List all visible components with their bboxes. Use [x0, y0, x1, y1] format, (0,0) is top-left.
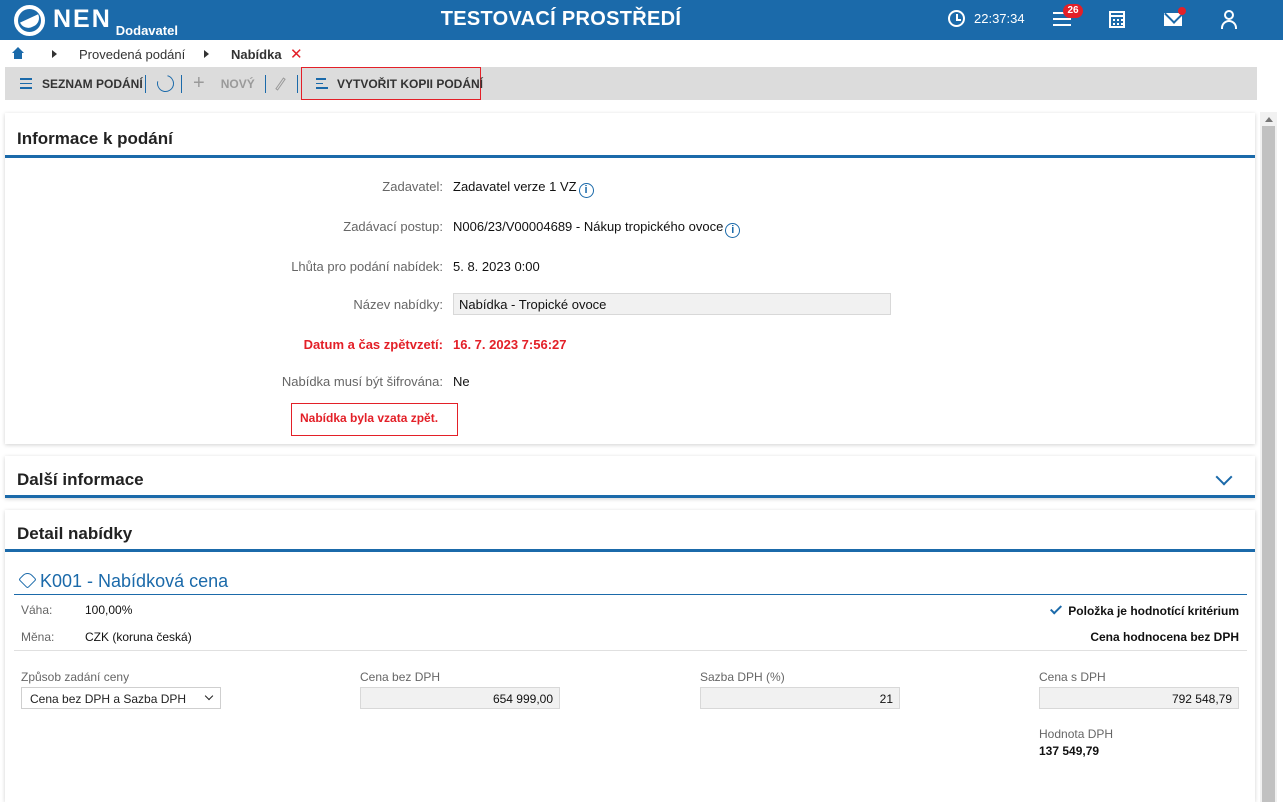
- criterion-title: K001 - Nabídková cena: [18, 570, 229, 592]
- home-icon[interactable]: [11, 47, 25, 60]
- toolbar-separator: [145, 75, 146, 93]
- breadcrumb: Provedená podání Nabídka ✕: [0, 40, 1283, 67]
- vat-rate-label: Sazba DPH (%): [700, 670, 785, 684]
- user-icon[interactable]: [1221, 10, 1237, 29]
- submission-info-panel: Informace k podání: [5, 113, 1255, 444]
- price-mode-value: Cena bez DPH a Sazba DPH: [30, 692, 187, 706]
- weight-value: 100,00%: [85, 603, 133, 617]
- mail-unread-dot: [1178, 7, 1186, 15]
- panel-title: Detail nabídky: [17, 524, 133, 543]
- criterion-title-text: K001 - Nabídková cena: [40, 571, 229, 591]
- scroll-up-arrow-icon[interactable]: [1265, 117, 1273, 122]
- panel-title: Informace k podání: [17, 129, 173, 148]
- criterion-divider: [14, 594, 1247, 595]
- top-bar: NEN Dodavatel TESTOVACÍ PROSTŘEDÍ 22:37:…: [0, 0, 1283, 40]
- list-submissions-button[interactable]: SEZNAM PODÁNÍ: [20, 67, 143, 100]
- deadline-label: Lhůta pro podání nabídek:: [291, 259, 443, 274]
- panel-title: Další informace: [17, 470, 144, 489]
- offer-detail-panel: Detail nabídky: [5, 510, 1255, 802]
- edit-button[interactable]: [275, 67, 286, 100]
- price-mode-label: Způsob zadání ceny: [21, 670, 130, 684]
- encryption-value: Ne: [453, 374, 470, 389]
- breadcrumb-item-offer: Nabídka: [231, 47, 282, 62]
- price-no-vat-field[interactable]: 654 999,00: [360, 687, 560, 709]
- offer-name-field[interactable]: Nabídka - Tropické ovoce: [453, 293, 891, 315]
- breadcrumb-item-submissions[interactable]: Provedená podání: [79, 47, 185, 62]
- weight-label: Váha:: [21, 603, 53, 617]
- breadcrumb-arrow-icon: [204, 50, 209, 58]
- toolbar-separator: [265, 75, 266, 93]
- currency-label: Měna:: [21, 630, 55, 644]
- refresh-icon: [153, 71, 178, 96]
- calculator-icon[interactable]: [1109, 11, 1125, 28]
- info-icon[interactable]: i: [578, 183, 594, 198]
- deadline-value: 5. 8. 2023 0:00: [453, 259, 540, 274]
- close-tab-icon[interactable]: ✕: [290, 45, 303, 63]
- page-scrollbar[interactable]: [1260, 112, 1277, 802]
- currency-value: CZK (koruna česká): [85, 630, 192, 644]
- withdrawal-date-value: 16. 7. 2023 7:56:27: [453, 337, 567, 352]
- vat-amount-label: Hodnota DPH: [1039, 727, 1114, 741]
- tag-icon: [18, 570, 37, 589]
- price-with-vat-field: 792 548,79: [1039, 687, 1239, 709]
- create-copy-label: VYTVOŘIT KOPII PODÁNÍ: [337, 76, 484, 91]
- scroll-thumb[interactable]: [1262, 126, 1275, 802]
- price-with-vat-label: Cena s DPH: [1039, 670, 1106, 684]
- contracting-authority-text: Zadavatel verze 1 VZ: [453, 179, 577, 194]
- toolbar-separator: [297, 75, 298, 93]
- evaluation-criterion-flag: Položka je hodnotící kritérium: [1050, 602, 1239, 618]
- mail-icon[interactable]: [1164, 13, 1182, 26]
- vat-amount-value: 137 549,79: [1039, 744, 1100, 758]
- plus-icon: +: [193, 72, 205, 94]
- new-label: NOVÝ: [220, 76, 255, 91]
- toolbar-separator: [181, 75, 182, 93]
- chevron-down-icon: [204, 691, 214, 701]
- contracting-authority-label: Zadavatel:: [382, 179, 443, 194]
- toolbar: SEZNAM PODÁNÍ + NOVÝ VYTVOŘIT KOPII PODÁ…: [5, 67, 1257, 100]
- withdrawn-warning: Nabídka byla vzata zpět.: [291, 403, 458, 436]
- vat-rate-field[interactable]: 21: [700, 687, 900, 709]
- create-copy-button[interactable]: VYTVOŘIT KOPII PODÁNÍ: [316, 67, 483, 100]
- more-info-header[interactable]: Další informace: [5, 456, 1255, 498]
- session-clock: 22:37:34: [948, 10, 1025, 27]
- clock-time: 22:37:34: [974, 11, 1025, 26]
- offer-name-label: Název nabídky:: [353, 297, 443, 312]
- clock-icon: [948, 10, 965, 27]
- new-button[interactable]: + NOVÝ: [193, 67, 255, 100]
- procedure-value: N006/23/V00004689 - Nákup tropického ovo…: [453, 219, 741, 238]
- evaluation-note: Cena hodnocena bez DPH: [1090, 630, 1239, 644]
- list-submissions-label: SEZNAM PODÁNÍ: [42, 76, 143, 91]
- list-icon: [20, 78, 32, 89]
- procedure-text: N006/23/V00004689 - Nákup tropického ovo…: [453, 219, 724, 234]
- contracting-authority-value: Zadavatel verze 1 VZ i: [453, 179, 594, 198]
- encryption-label: Nabídka musí být šifrována:: [281, 374, 443, 389]
- breadcrumb-arrow-icon: [52, 50, 57, 58]
- offer-detail-header: Detail nabídky: [5, 510, 1255, 552]
- copy-lines-icon: [316, 78, 328, 89]
- more-info-panel[interactable]: Další informace: [5, 456, 1255, 498]
- price-mode-select[interactable]: Cena bez DPH a Sazba DPH: [21, 687, 221, 709]
- refresh-button[interactable]: [153, 67, 178, 100]
- notifications-badge: 26: [1063, 4, 1083, 18]
- evaluation-criterion-text: Položka je hodnotící kritérium: [1068, 604, 1239, 618]
- price-no-vat-label: Cena bez DPH: [360, 670, 441, 684]
- withdrawal-date-label: Datum a čas zpětvzetí:: [303, 337, 443, 352]
- procedure-label: Zadávací postup:: [343, 219, 443, 234]
- info-icon[interactable]: i: [725, 223, 741, 238]
- pencil-icon: [275, 76, 286, 91]
- submission-info-header: Informace k podání: [5, 113, 1255, 158]
- criterion-divider: [14, 650, 1247, 651]
